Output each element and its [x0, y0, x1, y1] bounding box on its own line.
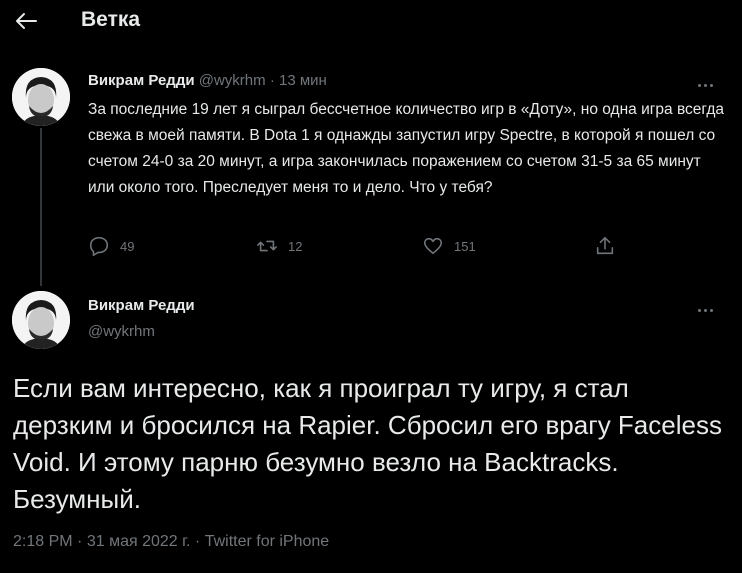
reply-icon [89, 236, 109, 256]
share-icon [596, 236, 614, 255]
tweet-text: За последние 19 лет я сыграл бессчетное … [88, 101, 724, 196]
author-handle[interactable]: @wykrhm [88, 323, 155, 340]
avatar[interactable] [12, 68, 70, 126]
retweet-button[interactable]: 12 [256, 235, 302, 257]
tweet-meta: 2:18 PM · 31 мая 2022 г. · Twitter for i… [13, 533, 329, 551]
tweet-time[interactable]: 13 мин [279, 72, 327, 89]
avatar-image [12, 291, 70, 349]
retweet-count: 12 [288, 238, 303, 254]
tweet-author-row: Викрам Редди @wykrhm · 13 мин [88, 72, 327, 89]
share-button[interactable] [594, 235, 626, 257]
author-name[interactable]: Викрам Редди [88, 297, 195, 314]
avatar[interactable] [12, 291, 70, 349]
more-icon [697, 84, 701, 87]
avatar-image [12, 68, 70, 126]
thread-line [40, 128, 42, 286]
more-button[interactable] [696, 74, 718, 88]
reply-count: 49 [120, 238, 135, 254]
more-button[interactable] [696, 299, 718, 313]
header-bar: Ветка [0, 0, 742, 44]
retweet-icon [257, 240, 277, 252]
like-icon [423, 237, 443, 255]
separator: · [269, 72, 275, 89]
separator: · [77, 533, 83, 550]
main-author-name-row: Викрам Редди [88, 297, 195, 314]
tweet-source[interactable]: Twitter for iPhone [205, 533, 330, 550]
more-icon [697, 309, 701, 312]
like-button[interactable]: 151 [422, 235, 476, 257]
back-button[interactable] [13, 9, 39, 33]
reply-button[interactable]: 49 [88, 235, 134, 257]
main-author-handle-row: @wykrhm [88, 323, 155, 340]
tweet-actions: 49 12 151 [88, 235, 728, 261]
back-arrow-icon [16, 13, 37, 29]
author-name[interactable]: Викрам Редди [88, 72, 195, 89]
author-handle[interactable]: @wykrhm [199, 72, 266, 89]
separator: · [194, 533, 201, 550]
tweet-timestamp[interactable]: 2:18 PM [13, 533, 73, 550]
page-title: Ветка [81, 8, 141, 31]
like-count: 151 [454, 238, 476, 254]
tweet-date[interactable]: 31 мая 2022 г. [87, 533, 191, 550]
main-tweet-text: Если вам интересно, как я проиграл ту иг… [13, 373, 722, 514]
